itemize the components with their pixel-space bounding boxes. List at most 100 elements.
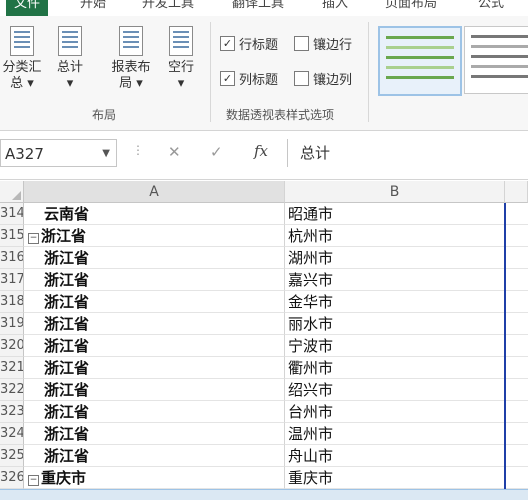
row-header[interactable]: 317 — [0, 269, 24, 291]
collapse-icon[interactable]: − — [28, 475, 39, 486]
pivot-styles-gallery[interactable] — [378, 26, 528, 96]
cell-city[interactable]: 昭通市 — [285, 203, 505, 225]
table-row: 314 云南省 昭通市 — [0, 203, 528, 225]
tab-home[interactable]: 开始 — [80, 0, 106, 14]
cell-empty[interactable] — [505, 291, 528, 313]
row-header[interactable]: 319 — [0, 313, 24, 335]
tab-developer[interactable]: 开发工具 — [142, 0, 194, 14]
row-header[interactable]: 326 — [0, 467, 24, 489]
column-header-c[interactable] — [505, 181, 528, 203]
tab-translate[interactable]: 翻译工具 — [232, 0, 284, 14]
cell-empty[interactable] — [505, 467, 528, 489]
banded-rows-label: 镶边行 — [313, 38, 353, 53]
cell-province[interactable]: 浙江省 — [24, 379, 285, 401]
selected-row-total[interactable] — [0, 489, 528, 500]
tab-insert[interactable]: 插入 — [322, 0, 348, 14]
select-all-corner[interactable] — [0, 181, 24, 203]
row-header[interactable]: 324 — [0, 423, 24, 445]
cell-province[interactable]: 浙江省 — [24, 423, 285, 445]
row-header[interactable]: 321 — [0, 357, 24, 379]
cell-province[interactable]: − 浙江省 — [24, 225, 285, 247]
cell-empty[interactable] — [505, 247, 528, 269]
cell-city[interactable]: 台州市 — [285, 401, 505, 423]
row-header[interactable]: 315 — [0, 225, 24, 247]
cell-city[interactable]: 湖州市 — [285, 247, 505, 269]
row-header[interactable]: 318 — [0, 291, 24, 313]
cancel-icon[interactable]: ✕ — [168, 143, 181, 161]
pivot-style-thumbnail[interactable] — [464, 26, 528, 94]
col-headers-checkbox[interactable]: ✓ 列标题 — [220, 69, 278, 88]
subtotals-button[interactable]: 分类汇 总 ▾ — [0, 26, 44, 92]
cell-province-text: 浙江省 — [44, 249, 90, 267]
cell-province[interactable]: 浙江省 — [24, 445, 285, 467]
row-header[interactable]: 322 — [0, 379, 24, 401]
grand-totals-icon — [58, 26, 82, 56]
subtotals-label: 分类汇 — [2, 60, 42, 75]
cell-province-text: 浙江省 — [44, 381, 90, 399]
insert-function-icon[interactable]: fx — [254, 142, 268, 160]
cell-province[interactable]: 浙江省 — [24, 401, 285, 423]
row-headers-checkbox[interactable]: ✓ 行标题 — [220, 34, 278, 53]
report-layout-button[interactable]: 报表布 局 ▾ — [106, 26, 156, 92]
collapse-icon[interactable]: − — [28, 233, 39, 244]
table-row: 324 浙江省 温州市 — [0, 423, 528, 445]
table-row: 322 浙江省 绍兴市 — [0, 379, 528, 401]
checkbox-unchecked-icon — [294, 71, 309, 86]
cell-empty[interactable] — [505, 401, 528, 423]
cell-city[interactable]: 嘉兴市 — [285, 269, 505, 291]
cell-city[interactable]: 宁波市 — [285, 335, 505, 357]
row-header[interactable]: 314 — [0, 203, 24, 225]
cell-city[interactable]: 舟山市 — [285, 445, 505, 467]
name-box[interactable]: A327 ▼ — [0, 139, 117, 167]
table-row: 319 浙江省 丽水市 — [0, 313, 528, 335]
cell-province[interactable]: 浙江省 — [24, 357, 285, 379]
cell-empty[interactable] — [505, 203, 528, 225]
banded-rows-checkbox[interactable]: 镶边行 — [294, 34, 352, 53]
cell-province[interactable]: 浙江省 — [24, 247, 285, 269]
cell-empty[interactable] — [505, 225, 528, 247]
group-layout-label: 布局 — [92, 108, 117, 122]
cell-empty[interactable] — [505, 335, 528, 357]
row-header[interactable]: 323 — [0, 401, 24, 423]
pivot-style-thumbnail[interactable] — [378, 26, 462, 96]
tab-page-layout[interactable]: 页面布局 — [385, 0, 437, 14]
chevron-down-icon[interactable]: ▼ — [102, 140, 110, 168]
cell-city[interactable]: 丽水市 — [285, 313, 505, 335]
cell-province[interactable]: 浙江省 — [24, 335, 285, 357]
formula-bar: A327 ▼ ⋮ ✕ ✓ fx 总计 — [0, 131, 528, 180]
blank-rows-button[interactable]: 空行 ▾ — [162, 26, 200, 92]
cell-city[interactable]: 金华市 — [285, 291, 505, 313]
banded-cols-checkbox[interactable]: 镶边列 — [294, 69, 352, 88]
col-headers-label: 列标题 — [239, 73, 279, 88]
grand-totals-dropdown: ▾ — [66, 76, 74, 91]
cell-province-text: 重庆市 — [41, 469, 87, 487]
tab-formulas[interactable]: 公式 — [478, 0, 504, 14]
grand-totals-button[interactable]: 总计 ▾ — [52, 26, 88, 92]
enter-icon[interactable]: ✓ — [210, 143, 223, 161]
cell-empty[interactable] — [505, 357, 528, 379]
subtotals-label-2: 总 ▾ — [10, 76, 34, 91]
row-header[interactable]: 316 — [0, 247, 24, 269]
cell-empty[interactable] — [505, 445, 528, 467]
cell-province[interactable]: 浙江省 — [24, 291, 285, 313]
formula-input[interactable]: 总计 — [287, 139, 528, 167]
cell-province[interactable]: 浙江省 — [24, 313, 285, 335]
cell-city[interactable]: 杭州市 — [285, 225, 505, 247]
cell-province[interactable]: 云南省 — [24, 203, 285, 225]
table-row: 316 浙江省 湖州市 — [0, 247, 528, 269]
tab-file[interactable]: 文件 — [6, 0, 49, 16]
column-header-b[interactable]: B — [285, 181, 505, 203]
row-header[interactable]: 320 — [0, 335, 24, 357]
cell-empty[interactable] — [505, 313, 528, 335]
cell-city[interactable]: 重庆市 — [285, 467, 505, 489]
cell-city[interactable]: 温州市 — [285, 423, 505, 445]
cell-city[interactable]: 衢州市 — [285, 357, 505, 379]
cell-empty[interactable] — [505, 423, 528, 445]
column-header-a[interactable]: A — [24, 181, 285, 203]
cell-province[interactable]: 浙江省 — [24, 269, 285, 291]
cell-empty[interactable] — [505, 269, 528, 291]
cell-province[interactable]: − 重庆市 — [24, 467, 285, 489]
cell-empty[interactable] — [505, 379, 528, 401]
row-header[interactable]: 325 — [0, 445, 24, 467]
cell-city[interactable]: 绍兴市 — [285, 379, 505, 401]
